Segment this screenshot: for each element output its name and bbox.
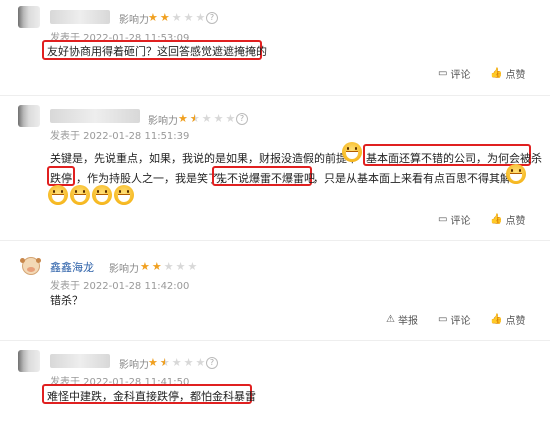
warning-icon: ⚠ <box>386 314 395 325</box>
laughing-emoji-icon <box>114 185 134 205</box>
reply-button[interactable]: ▭ 评论 <box>438 66 470 81</box>
star-icon: ★ <box>163 260 174 273</box>
star-icon: ★ <box>140 260 150 273</box>
thumbs-up-icon: 👍 <box>490 314 503 325</box>
avatar[interactable] <box>18 105 40 127</box>
thumbs-up-icon: 👍 <box>490 68 503 79</box>
star-icon: ★ <box>195 11 206 24</box>
influence-label: 影响力 <box>119 360 149 371</box>
username[interactable]: 鑫鑫海龙 <box>50 259 94 275</box>
star-icon: ★ <box>151 260 162 273</box>
influence-stars: ★ ★ ★ ★ ★ <box>178 113 235 124</box>
comment-text: 友好协商用得着砸门？这回答感觉遮遮掩掩的 <box>47 45 267 58</box>
laughing-emoji-icon <box>48 185 68 205</box>
influence-stars: ★ ★ ★ ★ ★ <box>148 357 205 368</box>
avatar[interactable] <box>18 350 40 372</box>
comment-icon: ▭ <box>438 314 448 325</box>
star-icon: ★ <box>159 11 170 24</box>
comment-text-highlight: 跌停 <box>50 172 72 185</box>
comment-text-line1: 关键是，先说重点，如果，我说的是如果，财报没造假的前提下 <box>50 152 358 165</box>
star-icon: ★ <box>171 356 182 369</box>
help-icon[interactable]: ? <box>206 357 218 369</box>
laughing-emoji-icon <box>342 142 362 162</box>
post-time: 发表于 2022-01-28 11:51:39 <box>50 131 190 142</box>
star-icon: ★ <box>183 11 194 24</box>
influence-label: 影响力 <box>148 116 178 127</box>
influence-label: 影响力 <box>119 15 149 26</box>
star-icon: ★ <box>187 260 198 273</box>
comment-icon: ▭ <box>438 68 448 79</box>
comment-text: ，作为持股人之一，我是笑了， <box>76 172 230 185</box>
star-icon: ★ <box>148 11 158 24</box>
comment-text: 难怪中建跌，金科直接跌停，都怕金科暴雷 <box>47 390 256 403</box>
star-icon: ★ <box>175 260 186 273</box>
report-button[interactable]: ⚠ 举报 <box>386 312 418 327</box>
cow-avatar-icon[interactable] <box>20 257 40 275</box>
help-icon[interactable]: ? <box>206 12 218 24</box>
comment-icon: ▭ <box>438 214 448 225</box>
star-icon: ★ <box>171 11 182 24</box>
star-icon: ★ <box>148 356 158 369</box>
like-button[interactable]: 👍 点赞 <box>490 312 525 327</box>
influence-label: 影响力 <box>109 264 139 275</box>
comment-text-highlight: 先不说爆雷不爆雷吧 <box>216 172 315 185</box>
laughing-emoji-icon <box>506 164 526 184</box>
influence-stars: ★ ★ ★ ★ ★ <box>140 261 197 272</box>
laughing-emoji-icon <box>70 185 90 205</box>
star-icon: ★ <box>213 112 224 125</box>
reply-button[interactable]: ▭ 评论 <box>438 212 470 227</box>
star-icon: ★ <box>195 356 206 369</box>
username-redacted[interactable] <box>50 354 110 368</box>
laughing-emoji-icon <box>92 185 112 205</box>
like-button[interactable]: 👍 点赞 <box>490 66 525 81</box>
comment-text: 错杀？ <box>50 294 83 307</box>
star-icon: ★ <box>178 112 188 125</box>
help-icon[interactable]: ? <box>236 113 248 125</box>
divider <box>0 95 550 96</box>
username-redacted[interactable] <box>50 10 110 24</box>
reply-button[interactable]: ▭ 评论 <box>438 312 470 327</box>
star-icon: ★ <box>183 356 194 369</box>
username-redacted[interactable] <box>50 109 140 123</box>
thumbs-up-icon: 👍 <box>490 214 503 225</box>
star-icon: ★ <box>201 112 212 125</box>
comment-text: ，只是从基本面上来看有点百思不得其解 <box>313 172 511 185</box>
like-button[interactable]: 👍 点赞 <box>490 212 525 227</box>
star-half-icon: ★ <box>190 113 200 124</box>
star-half-icon: ★ <box>160 357 170 368</box>
influence-stars: ★ ★ ★ ★ ★ <box>148 12 205 23</box>
divider <box>0 240 550 241</box>
post-time: 发表于 2022-01-28 11:42:00 <box>50 281 190 292</box>
star-icon: ★ <box>225 112 236 125</box>
avatar[interactable] <box>18 6 40 28</box>
divider <box>0 340 550 341</box>
